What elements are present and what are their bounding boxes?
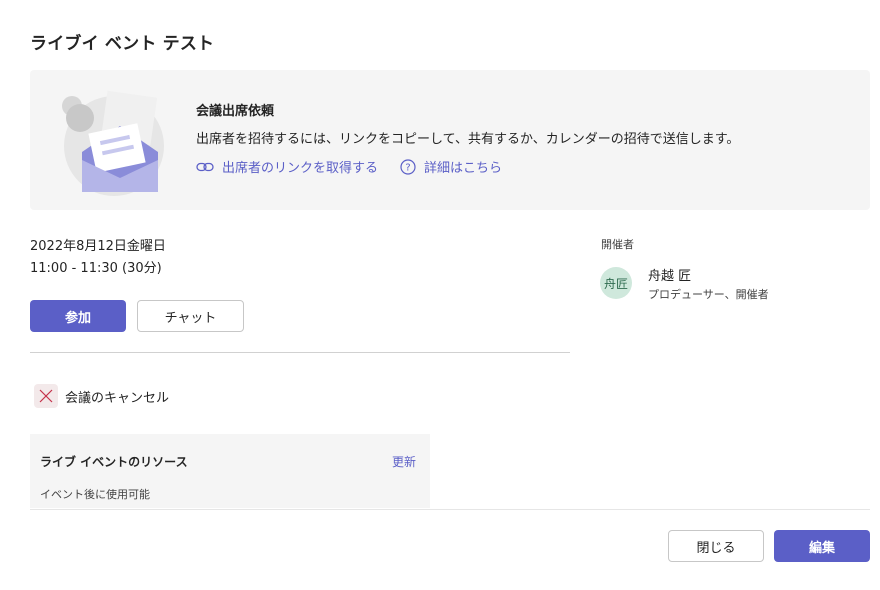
- close-icon: [34, 384, 58, 408]
- svg-text:?: ?: [405, 162, 410, 173]
- resources-update-link[interactable]: 更新: [392, 453, 416, 470]
- cancel-meeting-label: 会議のキャンセル: [65, 390, 170, 406]
- footer-divider: [30, 509, 870, 510]
- avatar[interactable]: 舟匠: [600, 267, 632, 299]
- edit-button[interactable]: 編集: [774, 530, 870, 562]
- meeting-time: 11:00 - 11:30 (30分): [30, 261, 162, 276]
- question-circle-icon: ?: [400, 158, 416, 175]
- organizer-role: プロデューサー、開催者: [648, 288, 769, 301]
- learn-more-label: 詳細はこちら: [424, 161, 503, 176]
- meeting-date: 2022年8月12日金曜日: [30, 239, 166, 254]
- link-icon: [196, 162, 214, 171]
- chat-button[interactable]: チャット: [137, 300, 244, 332]
- envelope-invite-illustration: [62, 90, 164, 196]
- learn-more-link[interactable]: ? 詳細はこちら: [400, 157, 502, 176]
- organizer-name: 舟越 匠: [648, 269, 692, 284]
- organizer-heading: 開催者: [601, 238, 634, 251]
- get-attendee-link-label: 出席者のリンクを取得する: [222, 161, 379, 176]
- join-button[interactable]: 参加: [30, 300, 126, 332]
- resources-note: イベント後に使用可能: [40, 488, 150, 501]
- dialog-title: ライブイ ベント テスト: [30, 34, 215, 54]
- divider: [30, 352, 570, 353]
- resources-title: ライブ イベントのリソース: [40, 455, 188, 469]
- banner-title: 会議出席依頼: [196, 104, 275, 119]
- close-button[interactable]: 閉じる: [668, 530, 764, 562]
- banner-description: 出席者を招待するには、リンクをコピーして、共有するか、カレンダーの招待で送信しま…: [196, 132, 740, 147]
- get-attendee-link[interactable]: 出席者のリンクを取得する: [196, 157, 378, 176]
- cancel-meeting-button[interactable]: 会議のキャンセル: [34, 384, 169, 408]
- invite-banner: 会議出席依頼 出席者を招待するには、リンクをコピーして、共有するか、カレンダーの…: [30, 70, 870, 210]
- live-event-dialog: ライブイ ベント テスト 会議出席依頼 出席者を招待するには、リンクをコピーして…: [0, 0, 880, 590]
- live-event-resources: ライブ イベントのリソース 更新 イベント後に使用可能: [30, 434, 430, 508]
